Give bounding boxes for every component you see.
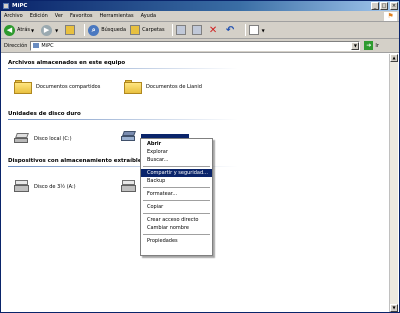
views-icon — [248, 25, 259, 35]
maximize-button[interactable]: □ — [380, 2, 388, 10]
forward-arrow-icon: ▶ — [41, 24, 53, 36]
item-label: Disco local (C:) — [34, 135, 72, 142]
folders-icon — [130, 25, 141, 35]
address-value: MiPC — [41, 42, 54, 49]
back-dropdown-icon[interactable]: ▼ — [31, 28, 34, 33]
menu-item-properties[interactable]: Propiedades — [141, 237, 212, 245]
menu-item-backup[interactable]: Backup — [141, 177, 212, 185]
undo-icon: ↶ — [225, 24, 235, 36]
menu-separator — [143, 234, 210, 235]
computer-icon — [33, 43, 40, 48]
menu-ver[interactable]: Ver — [55, 13, 63, 19]
removable-drive-icon — [121, 180, 137, 193]
forward-dropdown-icon[interactable]: ▼ — [55, 28, 58, 33]
menu-separator — [143, 213, 210, 214]
search-button[interactable]: ⌕ Búsqueda — [88, 24, 126, 37]
address-bar: Dirección MiPC ▼ ➔ Ir — [1, 39, 399, 53]
folder-icon — [124, 80, 142, 94]
back-label: Atrás — [17, 27, 31, 33]
menu-ayuda[interactable]: Ayuda — [141, 13, 156, 19]
menu-item-rename[interactable]: Cambiar nombre — [141, 224, 212, 232]
menu-item-sharing-security[interactable]: Compartir y seguridad... — [141, 169, 212, 177]
context-menu: Abrir Explorar Buscar... Compartir y seg… — [140, 138, 213, 256]
group-divider — [8, 68, 238, 69]
forward-button[interactable]: ▶ ▼ — [41, 24, 61, 37]
title-bar[interactable]: MiPC _ □ × — [1, 1, 399, 11]
views-button[interactable]: ▼ — [248, 24, 268, 37]
address-dropdown-icon[interactable]: ▼ — [351, 41, 360, 50]
group-divider — [8, 119, 238, 120]
menu-separator — [143, 200, 210, 201]
search-label: Búsqueda — [101, 27, 127, 33]
scroll-down-icon[interactable]: ▼ — [390, 304, 398, 312]
move-to-icon — [175, 25, 186, 35]
toolbar-separator — [244, 24, 246, 36]
go-button[interactable]: ➔ Ir — [364, 41, 379, 50]
menu-archivo[interactable]: Archivo — [4, 13, 23, 19]
menu-favoritos[interactable]: Favoritos — [70, 13, 93, 19]
group-header-hard-drives: Unidades de disco duro — [8, 111, 81, 117]
up-button[interactable] — [65, 24, 77, 37]
menu-item-explore[interactable]: Explorar — [141, 148, 212, 156]
menu-item-search[interactable]: Buscar... — [141, 156, 212, 164]
toolbar: ◀ Atrás ▼ ▶ ▼ ⌕ Búsqueda Carpetas ✕ ↶ ▼ — [1, 22, 399, 39]
window-title: MiPC — [12, 3, 28, 9]
folder-up-icon — [65, 25, 76, 35]
menu-item-open[interactable]: Abrir — [141, 140, 212, 148]
menu-item-copy[interactable]: Copiar — [141, 203, 212, 211]
minimize-button[interactable]: _ — [371, 2, 379, 10]
delete-icon: ✕ — [208, 24, 218, 36]
local-disk-c[interactable]: Disco local (C:) — [14, 133, 72, 144]
menu-item-create-shortcut[interactable]: Crear acceso directo — [141, 216, 212, 224]
toolbar-separator — [84, 24, 86, 36]
menu-bar: Archivo Edición Ver Favoritos Herramient… — [1, 11, 399, 22]
address-label: Dirección — [4, 42, 28, 49]
toolbar-separator — [171, 24, 173, 36]
removable-drive[interactable] — [121, 180, 141, 193]
back-button[interactable]: ◀ Atrás ▼ — [4, 24, 37, 37]
close-button[interactable]: × — [390, 2, 398, 10]
move-to-button[interactable] — [175, 24, 188, 37]
menu-herramientas[interactable]: Herramientas — [100, 13, 134, 19]
search-icon: ⌕ — [88, 24, 100, 36]
floppy-drive-icon — [14, 180, 30, 193]
delete-button[interactable]: ✕ — [208, 24, 221, 37]
copy-to-icon — [191, 25, 202, 35]
folders-button[interactable]: Carpetas — [130, 24, 165, 37]
explorer-window: MiPC _ □ × Archivo Edición Ver Favoritos… — [0, 0, 400, 313]
menu-edicion[interactable]: Edición — [30, 13, 48, 19]
menu-item-format[interactable]: Formatear... — [141, 190, 212, 198]
user-documents-folder[interactable]: Documentos de Lianid — [124, 80, 202, 94]
folder-icon — [14, 80, 32, 94]
vertical-scrollbar[interactable]: ▲ ▼ — [389, 54, 398, 312]
windows-logo-icon: ⚑ — [384, 12, 397, 21]
cd-drive-icon — [121, 131, 137, 142]
menu-separator — [143, 187, 210, 188]
shared-documents-folder[interactable]: Documentos compartidos — [14, 80, 100, 94]
computer-icon — [3, 3, 9, 9]
hard-drive-icon — [14, 133, 30, 144]
address-field[interactable]: MiPC ▼ — [30, 40, 361, 51]
go-label: Ir — [375, 42, 379, 49]
group-header-removable: Dispositivos con almacenamiento extraíbl… — [8, 158, 142, 164]
scroll-up-icon[interactable]: ▲ — [390, 54, 398, 62]
floppy-drive-a[interactable]: Disco de 3½ (A:) — [14, 180, 76, 193]
views-dropdown-icon[interactable]: ▼ — [262, 28, 265, 33]
undo-button[interactable]: ↶ — [225, 24, 238, 37]
folders-label: Carpetas — [142, 27, 165, 33]
go-arrow-icon: ➔ — [364, 41, 374, 50]
item-label: Documentos compartidos — [36, 84, 101, 90]
group-header-stored-files: Archivos almacenados en este equipo — [8, 60, 126, 66]
menu-separator — [143, 166, 210, 167]
copy-to-button[interactable] — [191, 24, 204, 37]
back-arrow-icon: ◀ — [4, 24, 15, 36]
item-label: Disco de 3½ (A:) — [34, 183, 76, 190]
item-label: Documentos de Lianid — [146, 84, 202, 90]
